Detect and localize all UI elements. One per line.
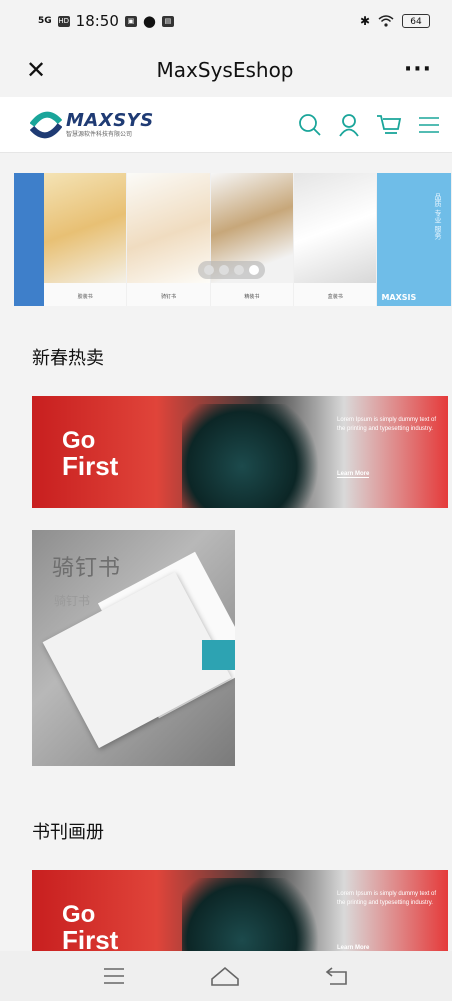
- carousel-dots: [198, 261, 265, 279]
- section-title: 新春热卖: [32, 348, 104, 369]
- search-icon[interactable]: [298, 113, 322, 137]
- banner-card: 精装书: [210, 173, 295, 306]
- promo-headline: Go First: [62, 428, 118, 480]
- promo-headline: Go First: [62, 902, 118, 954]
- banner-caption: 精装书: [244, 294, 260, 300]
- banner-card: 胶装书: [44, 173, 128, 306]
- cart-icon[interactable]: [376, 113, 402, 137]
- product-name: 骑钉书: [52, 556, 122, 581]
- promo-headline-line1: Go: [62, 901, 96, 928]
- promo-banner[interactable]: Go First Lorem Ipsum is simply dummy tex…: [32, 396, 448, 508]
- banner-caption: 胶装书: [77, 294, 93, 300]
- banner-card-brand: 品质 专业 服务 MAXSIS: [377, 173, 452, 306]
- page-title: MaxSysEshop: [156, 57, 294, 82]
- section-title: 书刊画册: [32, 822, 104, 843]
- webview-title-bar: ✕ MaxSysEshop ···: [0, 42, 452, 97]
- product-card[interactable]: 骑钉书 骑钉书: [32, 530, 235, 766]
- home-icon[interactable]: [210, 965, 240, 987]
- banner-carousel[interactable]: 胶装书 骑钉书 精装书 盒装书 品质 专业 服务 MAXSIS: [0, 173, 452, 306]
- system-nav-bar: [0, 951, 452, 1001]
- banner-caption: 骑钉书: [161, 294, 177, 300]
- logo-mark-icon: [30, 111, 62, 138]
- app-icon: ▤: [161, 15, 174, 27]
- header-icons: [298, 113, 440, 137]
- status-left: 5G HD 18:50 ▣ ● ▤: [38, 12, 174, 30]
- banner-caption: 盒装书: [327, 294, 343, 300]
- promo-body: Lorem Ipsum is simply dummy text of the …: [337, 417, 437, 432]
- carousel-dot[interactable]: [219, 265, 229, 275]
- promo-body: Lorem Ipsum is simply dummy text of the …: [337, 891, 437, 906]
- status-right: ✱ 64: [360, 14, 430, 28]
- brand-subtitle: 智慧源软件科技有限公司: [66, 130, 133, 138]
- chat-icon: ●: [142, 12, 156, 30]
- site-header: MAXSYS 智慧源软件科技有限公司: [0, 97, 452, 153]
- banner-brand: MAXSIS: [381, 293, 417, 302]
- promo-headline-line2: First: [62, 451, 119, 482]
- product-subname: 骑钉书: [54, 594, 91, 608]
- promo-image: [182, 878, 332, 955]
- brand-logo[interactable]: MAXSYS 智慧源软件科技有限公司: [30, 110, 154, 140]
- hd-icon: HD: [57, 15, 70, 27]
- notification-icon: ▣: [124, 15, 137, 27]
- promo-image: [182, 404, 332, 508]
- banner-card: 盒装书: [294, 173, 378, 306]
- brand-name: MAXSYS: [66, 109, 154, 131]
- promo-headline-line1: Go: [62, 427, 96, 454]
- promo-learn-more-link[interactable]: Learn More: [337, 471, 370, 478]
- back-icon[interactable]: [324, 966, 350, 986]
- status-time: 18:50: [75, 12, 119, 30]
- carousel-dot[interactable]: [234, 265, 244, 275]
- banner-vertical-text: 品质 专业 服务: [433, 193, 442, 240]
- battery-icon: 64: [402, 14, 430, 28]
- banner-card: 骑钉书: [127, 173, 211, 306]
- carousel-dot[interactable]: [204, 265, 214, 275]
- promo-banner[interactable]: Go First Lorem Ipsum is simply dummy tex…: [32, 870, 448, 955]
- user-icon[interactable]: [338, 113, 360, 137]
- product-image-accent: [202, 640, 235, 670]
- banner-side-strip: [14, 173, 44, 306]
- bluetooth-icon: ✱: [359, 14, 370, 28]
- close-icon[interactable]: ✕: [26, 56, 46, 84]
- carousel-dot-active[interactable]: [249, 265, 259, 275]
- status-bar: 5G HD 18:50 ▣ ● ▤ ✱ 64: [0, 0, 452, 42]
- more-options-icon[interactable]: ···: [404, 57, 432, 82]
- signal-icon: 5G: [38, 16, 52, 26]
- menu-icon[interactable]: [418, 116, 440, 134]
- menu-icon[interactable]: [102, 967, 126, 985]
- wifi-icon: [378, 15, 394, 27]
